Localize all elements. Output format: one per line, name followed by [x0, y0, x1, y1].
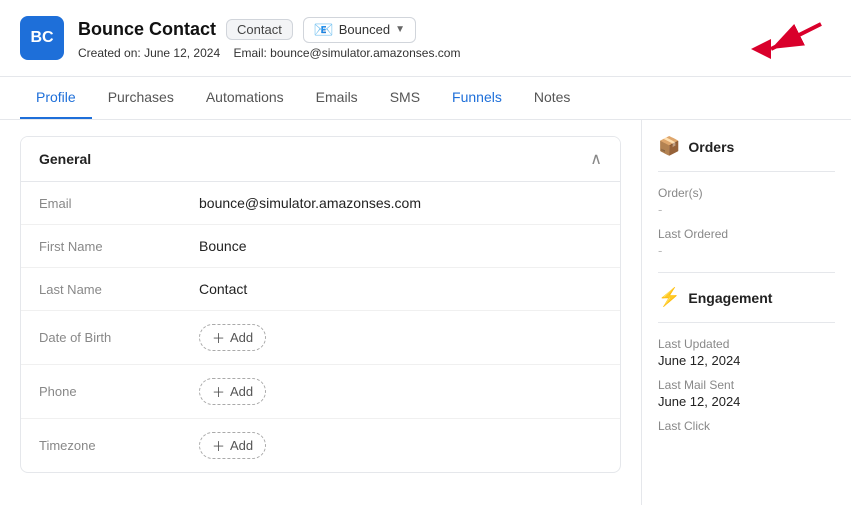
orders-count-field: Order(s) - — [658, 186, 835, 217]
page-header: BC Bounce Contact Contact 📧 Bounced ▼ Cr… — [0, 0, 851, 77]
right-panel: 📦 Orders Order(s) - Last Ordered - ⚡ Eng… — [641, 120, 851, 505]
field-phone: Phone ＋ Add — [21, 365, 620, 419]
tab-sms[interactable]: SMS — [374, 77, 436, 119]
header-info: Bounce Contact Contact 📧 Bounced ▼ Creat… — [78, 17, 460, 60]
add-dob-icon: ＋ — [212, 328, 225, 347]
engagement-inner-divider — [658, 322, 835, 323]
tab-funnels[interactable]: Funnels — [436, 77, 518, 119]
section-header: General ∧ — [21, 137, 620, 182]
last-updated-value: June 12, 2024 — [658, 353, 835, 368]
last-mail-sent-label: Last Mail Sent — [658, 378, 835, 392]
contact-type-badge: Contact — [226, 19, 293, 40]
general-section: General ∧ Email bounce@simulator.amazons… — [20, 136, 621, 473]
last-ordered-value: - — [658, 243, 835, 258]
last-ordered-label: Last Ordered — [658, 227, 835, 241]
field-label-dob: Date of Birth — [39, 330, 199, 345]
field-label-email: Email — [39, 196, 199, 211]
tab-emails[interactable]: Emails — [300, 77, 374, 119]
header-title: Bounce Contact Contact 📧 Bounced ▼ — [78, 17, 460, 43]
tab-profile[interactable]: Profile — [20, 77, 92, 119]
field-timezone: Timezone ＋ Add — [21, 419, 620, 472]
field-value-email: bounce@simulator.amazonses.com — [199, 195, 421, 211]
add-phone-button[interactable]: ＋ Add — [199, 378, 266, 405]
last-mail-sent-field: Last Mail Sent June 12, 2024 — [658, 378, 835, 409]
add-dob-label: Add — [230, 330, 253, 345]
field-first-name: First Name Bounce — [21, 225, 620, 268]
email-label: Email: — [233, 46, 266, 60]
last-mail-sent-value: June 12, 2024 — [658, 394, 835, 409]
add-phone-icon: ＋ — [212, 382, 225, 401]
add-dob-button[interactable]: ＋ Add — [199, 324, 266, 351]
orders-section-title: 📦 Orders — [658, 136, 835, 157]
left-panel: General ∧ Email bounce@simulator.amazons… — [0, 120, 641, 505]
orders-title: Orders — [688, 139, 734, 155]
arrow-annotation — [741, 14, 831, 62]
field-label-timezone: Timezone — [39, 438, 199, 453]
red-arrow-icon — [741, 14, 831, 59]
last-updated-label: Last Updated — [658, 337, 835, 351]
field-dob: Date of Birth ＋ Add — [21, 311, 620, 365]
tab-automations[interactable]: Automations — [190, 77, 300, 119]
last-click-label: Last Click — [658, 419, 835, 433]
orders-count-label: Order(s) — [658, 186, 835, 200]
add-timezone-label: Add — [230, 438, 253, 453]
header-subtitle: Created on: June 12, 2024 Email: bounce@… — [78, 46, 460, 60]
collapse-icon[interactable]: ∧ — [590, 149, 602, 169]
orders-count-value: - — [658, 202, 835, 217]
header-email: bounce@simulator.amazonses.com — [270, 46, 460, 60]
tab-notes[interactable]: Notes — [518, 77, 587, 119]
section-title: General — [39, 151, 91, 167]
created-date: June 12, 2024 — [144, 46, 220, 60]
add-timezone-icon: ＋ — [212, 436, 225, 455]
field-value-last-name: Contact — [199, 281, 247, 297]
field-label-last-name: Last Name — [39, 282, 199, 297]
bounced-icon: 📧 — [314, 20, 334, 40]
last-click-field: Last Click — [658, 419, 835, 433]
orders-divider — [658, 171, 835, 172]
engagement-icon: ⚡ — [658, 287, 680, 308]
created-label: Created on: — [78, 46, 141, 60]
contact-name: Bounce Contact — [78, 19, 216, 40]
last-ordered-field: Last Ordered - — [658, 227, 835, 258]
bounced-badge-button[interactable]: 📧 Bounced ▼ — [303, 17, 416, 43]
bounced-label: Bounced — [339, 22, 390, 37]
add-timezone-button[interactable]: ＋ Add — [199, 432, 266, 459]
field-label-first-name: First Name — [39, 239, 199, 254]
orders-icon: 📦 — [658, 136, 680, 157]
field-email: Email bounce@simulator.amazonses.com — [21, 182, 620, 225]
last-updated-field: Last Updated June 12, 2024 — [658, 337, 835, 368]
field-value-first-name: Bounce — [199, 238, 246, 254]
engagement-section: ⚡ Engagement Last Updated June 12, 2024 … — [658, 287, 835, 433]
chevron-down-icon: ▼ — [395, 24, 405, 35]
engagement-section-title: ⚡ Engagement — [658, 287, 835, 308]
avatar: BC — [20, 16, 64, 60]
engagement-title: Engagement — [688, 290, 772, 306]
tabs-bar: Profile Purchases Automations Emails SMS… — [0, 77, 851, 120]
engagement-divider — [658, 272, 835, 273]
field-label-phone: Phone — [39, 384, 199, 399]
field-last-name: Last Name Contact — [21, 268, 620, 311]
main-layout: General ∧ Email bounce@simulator.amazons… — [0, 120, 851, 505]
add-phone-label: Add — [230, 384, 253, 399]
tab-purchases[interactable]: Purchases — [92, 77, 190, 119]
